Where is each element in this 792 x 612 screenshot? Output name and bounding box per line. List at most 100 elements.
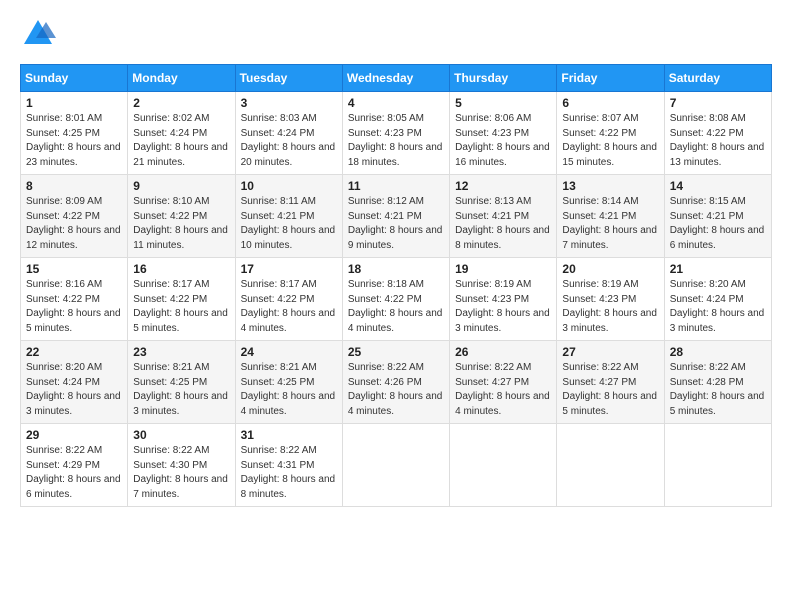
day-number: 1 [26, 96, 122, 110]
day-info: Sunrise: 8:20 AM Sunset: 4:24 PM Dayligh… [26, 361, 122, 419]
calendar-cell: 28 Sunrise: 8:22 AM Sunset: 4:28 PM Dayl… [664, 341, 771, 424]
day-info: Sunrise: 8:09 AM Sunset: 4:22 PM Dayligh… [26, 195, 122, 253]
day-number: 9 [133, 179, 229, 193]
day-number: 24 [241, 345, 337, 359]
day-number: 19 [455, 262, 551, 276]
page: SundayMondayTuesdayWednesdayThursdayFrid… [0, 0, 792, 612]
calendar-week-2: 8 Sunrise: 8:09 AM Sunset: 4:22 PM Dayli… [21, 175, 772, 258]
day-info: Sunrise: 8:22 AM Sunset: 4:28 PM Dayligh… [670, 361, 766, 419]
calendar-cell: 12 Sunrise: 8:13 AM Sunset: 4:21 PM Dayl… [450, 175, 557, 258]
day-number: 22 [26, 345, 122, 359]
calendar-cell: 9 Sunrise: 8:10 AM Sunset: 4:22 PM Dayli… [128, 175, 235, 258]
calendar-cell [450, 424, 557, 507]
calendar-cell: 29 Sunrise: 8:22 AM Sunset: 4:29 PM Dayl… [21, 424, 128, 507]
day-number: 3 [241, 96, 337, 110]
day-info: Sunrise: 8:10 AM Sunset: 4:22 PM Dayligh… [133, 195, 229, 253]
day-info: Sunrise: 8:14 AM Sunset: 4:21 PM Dayligh… [562, 195, 658, 253]
day-number: 14 [670, 179, 766, 193]
day-info: Sunrise: 8:22 AM Sunset: 4:30 PM Dayligh… [133, 444, 229, 502]
calendar-cell: 19 Sunrise: 8:19 AM Sunset: 4:23 PM Dayl… [450, 258, 557, 341]
day-number: 7 [670, 96, 766, 110]
calendar-cell: 4 Sunrise: 8:05 AM Sunset: 4:23 PM Dayli… [342, 92, 449, 175]
calendar-week-4: 22 Sunrise: 8:20 AM Sunset: 4:24 PM Dayl… [21, 341, 772, 424]
day-info: Sunrise: 8:06 AM Sunset: 4:23 PM Dayligh… [455, 112, 551, 170]
day-number: 18 [348, 262, 444, 276]
day-number: 5 [455, 96, 551, 110]
day-info: Sunrise: 8:17 AM Sunset: 4:22 PM Dayligh… [133, 278, 229, 336]
calendar-cell: 14 Sunrise: 8:15 AM Sunset: 4:21 PM Dayl… [664, 175, 771, 258]
day-number: 20 [562, 262, 658, 276]
day-number: 17 [241, 262, 337, 276]
day-number: 25 [348, 345, 444, 359]
weekday-header-monday: Monday [128, 65, 235, 92]
day-info: Sunrise: 8:17 AM Sunset: 4:22 PM Dayligh… [241, 278, 337, 336]
day-number: 11 [348, 179, 444, 193]
calendar-cell: 25 Sunrise: 8:22 AM Sunset: 4:26 PM Dayl… [342, 341, 449, 424]
calendar-cell [664, 424, 771, 507]
calendar-cell: 5 Sunrise: 8:06 AM Sunset: 4:23 PM Dayli… [450, 92, 557, 175]
day-number: 21 [670, 262, 766, 276]
calendar-cell: 8 Sunrise: 8:09 AM Sunset: 4:22 PM Dayli… [21, 175, 128, 258]
calendar-cell: 3 Sunrise: 8:03 AM Sunset: 4:24 PM Dayli… [235, 92, 342, 175]
calendar-cell: 15 Sunrise: 8:16 AM Sunset: 4:22 PM Dayl… [21, 258, 128, 341]
day-info: Sunrise: 8:21 AM Sunset: 4:25 PM Dayligh… [133, 361, 229, 419]
day-number: 10 [241, 179, 337, 193]
day-info: Sunrise: 8:13 AM Sunset: 4:21 PM Dayligh… [455, 195, 551, 253]
header [20, 16, 772, 52]
weekday-header-friday: Friday [557, 65, 664, 92]
weekday-header-sunday: Sunday [21, 65, 128, 92]
calendar-cell: 21 Sunrise: 8:20 AM Sunset: 4:24 PM Dayl… [664, 258, 771, 341]
day-info: Sunrise: 8:12 AM Sunset: 4:21 PM Dayligh… [348, 195, 444, 253]
day-number: 30 [133, 428, 229, 442]
calendar-table: SundayMondayTuesdayWednesdayThursdayFrid… [20, 64, 772, 507]
logo [20, 16, 60, 52]
day-number: 2 [133, 96, 229, 110]
calendar-cell: 31 Sunrise: 8:22 AM Sunset: 4:31 PM Dayl… [235, 424, 342, 507]
calendar-week-3: 15 Sunrise: 8:16 AM Sunset: 4:22 PM Dayl… [21, 258, 772, 341]
calendar-cell: 24 Sunrise: 8:21 AM Sunset: 4:25 PM Dayl… [235, 341, 342, 424]
calendar-week-5: 29 Sunrise: 8:22 AM Sunset: 4:29 PM Dayl… [21, 424, 772, 507]
day-info: Sunrise: 8:21 AM Sunset: 4:25 PM Dayligh… [241, 361, 337, 419]
calendar-cell: 13 Sunrise: 8:14 AM Sunset: 4:21 PM Dayl… [557, 175, 664, 258]
day-info: Sunrise: 8:11 AM Sunset: 4:21 PM Dayligh… [241, 195, 337, 253]
day-info: Sunrise: 8:19 AM Sunset: 4:23 PM Dayligh… [562, 278, 658, 336]
calendar-cell: 7 Sunrise: 8:08 AM Sunset: 4:22 PM Dayli… [664, 92, 771, 175]
day-number: 31 [241, 428, 337, 442]
day-number: 13 [562, 179, 658, 193]
day-info: Sunrise: 8:22 AM Sunset: 4:27 PM Dayligh… [455, 361, 551, 419]
day-info: Sunrise: 8:03 AM Sunset: 4:24 PM Dayligh… [241, 112, 337, 170]
calendar-cell: 30 Sunrise: 8:22 AM Sunset: 4:30 PM Dayl… [128, 424, 235, 507]
calendar-cell: 17 Sunrise: 8:17 AM Sunset: 4:22 PM Dayl… [235, 258, 342, 341]
weekday-header-row: SundayMondayTuesdayWednesdayThursdayFrid… [21, 65, 772, 92]
day-number: 6 [562, 96, 658, 110]
day-info: Sunrise: 8:16 AM Sunset: 4:22 PM Dayligh… [26, 278, 122, 336]
weekday-header-wednesday: Wednesday [342, 65, 449, 92]
day-info: Sunrise: 8:05 AM Sunset: 4:23 PM Dayligh… [348, 112, 444, 170]
day-number: 16 [133, 262, 229, 276]
calendar-cell: 22 Sunrise: 8:20 AM Sunset: 4:24 PM Dayl… [21, 341, 128, 424]
logo-icon [20, 16, 56, 52]
day-number: 8 [26, 179, 122, 193]
calendar-cell: 10 Sunrise: 8:11 AM Sunset: 4:21 PM Dayl… [235, 175, 342, 258]
day-info: Sunrise: 8:02 AM Sunset: 4:24 PM Dayligh… [133, 112, 229, 170]
calendar-cell: 23 Sunrise: 8:21 AM Sunset: 4:25 PM Dayl… [128, 341, 235, 424]
day-info: Sunrise: 8:22 AM Sunset: 4:31 PM Dayligh… [241, 444, 337, 502]
calendar-cell: 18 Sunrise: 8:18 AM Sunset: 4:22 PM Dayl… [342, 258, 449, 341]
day-info: Sunrise: 8:08 AM Sunset: 4:22 PM Dayligh… [670, 112, 766, 170]
calendar-cell [342, 424, 449, 507]
day-info: Sunrise: 8:07 AM Sunset: 4:22 PM Dayligh… [562, 112, 658, 170]
day-number: 28 [670, 345, 766, 359]
calendar-cell [557, 424, 664, 507]
weekday-header-thursday: Thursday [450, 65, 557, 92]
day-number: 29 [26, 428, 122, 442]
calendar-cell: 20 Sunrise: 8:19 AM Sunset: 4:23 PM Dayl… [557, 258, 664, 341]
day-info: Sunrise: 8:20 AM Sunset: 4:24 PM Dayligh… [670, 278, 766, 336]
day-info: Sunrise: 8:19 AM Sunset: 4:23 PM Dayligh… [455, 278, 551, 336]
day-number: 26 [455, 345, 551, 359]
day-info: Sunrise: 8:15 AM Sunset: 4:21 PM Dayligh… [670, 195, 766, 253]
weekday-header-tuesday: Tuesday [235, 65, 342, 92]
day-number: 27 [562, 345, 658, 359]
day-number: 23 [133, 345, 229, 359]
day-number: 15 [26, 262, 122, 276]
day-info: Sunrise: 8:22 AM Sunset: 4:26 PM Dayligh… [348, 361, 444, 419]
